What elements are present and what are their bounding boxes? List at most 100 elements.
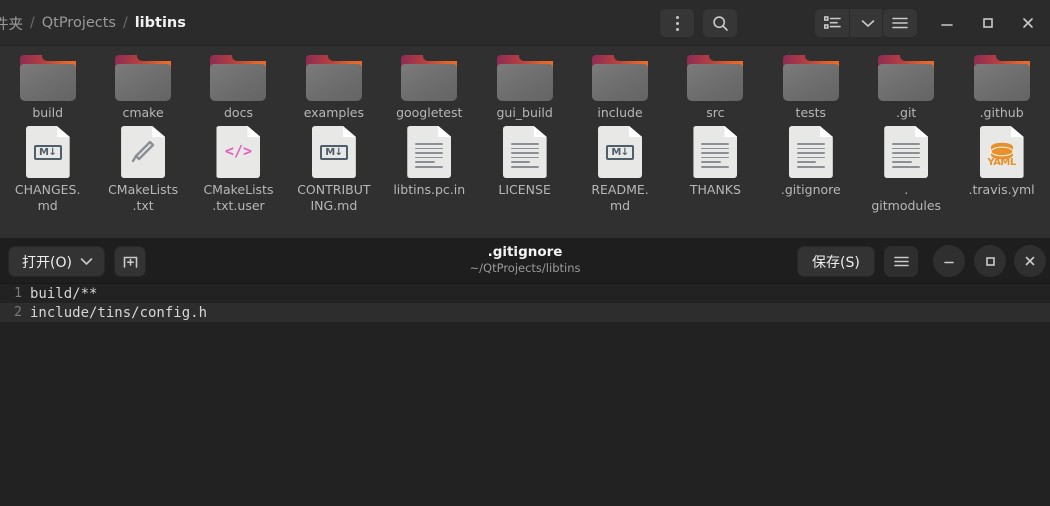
open-file-label: 打开(O)	[22, 254, 72, 271]
folder-item-include[interactable]: include	[572, 50, 667, 121]
breadcrumb-separator: /	[122, 15, 128, 31]
file-item-cmakelists-txt-user[interactable]: </> CMakeLists .txt.user	[191, 121, 286, 214]
search-icon	[712, 15, 728, 31]
close-icon	[1023, 18, 1033, 28]
markdown-badge-icon: M↓	[319, 145, 348, 160]
file-item-thanks[interactable]: THANKS	[668, 121, 763, 214]
text-file-icon	[693, 126, 738, 178]
folder-item-git[interactable]: .git	[859, 50, 954, 121]
text-file-icon	[407, 126, 452, 178]
folder-item-gui-build[interactable]: gui_build	[477, 50, 572, 121]
document-lines-icon	[892, 143, 921, 171]
hamburger-menu-icon	[893, 256, 909, 267]
file-item-gitignore[interactable]: .gitignore	[763, 121, 858, 214]
line-number: 2	[14, 305, 22, 320]
hamburger-menu-icon	[892, 17, 908, 29]
folder-item-build[interactable]: build	[0, 50, 95, 121]
list-view-icon	[823, 16, 841, 29]
breadcrumb-item-libtins[interactable]: libtins	[135, 15, 186, 31]
file-item-readme-md[interactable]: M↓ README. md	[572, 121, 667, 214]
item-label: .travis.yml	[968, 182, 1035, 197]
window-close-button[interactable]	[1013, 8, 1043, 38]
item-label: libtins.pc.in	[393, 182, 466, 197]
folder-icon	[782, 55, 839, 101]
yaml-file-icon: YAML	[979, 126, 1024, 178]
folder-icon	[305, 55, 362, 101]
item-label: googletest	[396, 105, 463, 120]
document-lines-icon	[415, 143, 444, 171]
folder-item-googletest[interactable]: googletest	[382, 50, 477, 121]
folder-item-cmake[interactable]: cmake	[95, 50, 190, 121]
item-label: THANKS	[689, 182, 741, 197]
editor-headerbar: 打开(O) .gitignore ~/QtProjects/libtins 保存…	[0, 238, 1050, 284]
window-maximize-button[interactable]	[973, 8, 1003, 38]
cmake-file-icon	[121, 126, 166, 178]
markdown-file-icon: M↓	[25, 126, 70, 178]
file-item-travis-yml[interactable]: YAML .travis.yml	[954, 121, 1049, 214]
file-item-libtins-pc-in[interactable]: libtins.pc.in	[382, 121, 477, 214]
open-file-button[interactable]: 打开(O)	[8, 246, 105, 277]
folder-icon	[115, 55, 172, 101]
cmake-hammer-icon	[131, 140, 155, 163]
view-mode-group	[814, 8, 886, 38]
editor-text-area[interactable]: 1 build/** 2 include/tins/config.h	[0, 284, 1050, 506]
xml-file-icon: </>	[216, 126, 261, 178]
breadcrumb[interactable]: 件夹 / QtProjects / libtins	[0, 0, 186, 46]
minimize-icon	[944, 261, 954, 264]
folder-item-github[interactable]: .github	[954, 50, 1049, 121]
item-label: cmake	[122, 105, 164, 120]
editor-menu-button[interactable]	[884, 246, 918, 277]
kebab-menu-button[interactable]	[659, 8, 695, 38]
list-view-button[interactable]	[815, 9, 850, 37]
search-button[interactable]	[702, 8, 738, 38]
folder-icon	[496, 55, 553, 101]
new-document-icon	[123, 256, 137, 268]
main-menu-button[interactable]	[882, 8, 918, 38]
editor-maximize-button[interactable]	[974, 245, 1006, 277]
line-text: include/tins/config.h	[30, 304, 208, 321]
line-text: build/**	[30, 285, 98, 302]
document-lines-icon	[796, 143, 825, 171]
file-item-changes-md[interactable]: M↓ CHANGES. md	[0, 121, 95, 214]
save-label: 保存(S)	[812, 254, 860, 271]
new-document-button[interactable]	[114, 246, 146, 277]
folder-item-docs[interactable]: docs	[191, 50, 286, 121]
item-label: gui_build	[496, 105, 553, 120]
document-lines-icon	[510, 143, 539, 171]
folder-item-tests[interactable]: tests	[763, 50, 858, 121]
chevron-down-icon	[80, 258, 93, 266]
maximize-icon	[983, 18, 993, 28]
editor-close-button[interactable]	[1014, 245, 1046, 277]
folder-icon	[878, 55, 935, 101]
file-item-gitmodules[interactable]: . gitmodules	[859, 121, 954, 214]
folder-item-examples[interactable]: examples	[286, 50, 381, 121]
window-minimize-button[interactable]	[932, 8, 962, 38]
item-label: docs	[223, 105, 253, 120]
item-label: . gitmodules	[871, 182, 942, 213]
item-label: LICENSE	[498, 182, 551, 197]
file-item-contribut-ing-md[interactable]: M↓ CONTRIBUT ING.md	[286, 121, 381, 214]
maximize-icon	[986, 257, 995, 266]
file-item-cmakelists-txt[interactable]: CMakeLists .txt	[95, 121, 190, 214]
file-item-license[interactable]: LICENSE	[477, 121, 572, 214]
folder-icon	[401, 55, 458, 101]
editor-minimize-button[interactable]	[933, 245, 965, 277]
code-line[interactable]: 2 include/tins/config.h	[0, 303, 1050, 322]
yaml-label-icon: YAML	[987, 157, 1016, 168]
markdown-badge-icon: M↓	[33, 145, 62, 160]
item-label: CMakeLists .txt	[108, 182, 179, 213]
save-button[interactable]: 保存(S)	[797, 246, 875, 277]
breadcrumb-item-home[interactable]: 件夹	[0, 13, 23, 34]
item-label: CHANGES. md	[14, 182, 81, 213]
code-line[interactable]: 1 build/**	[0, 284, 1050, 303]
view-options-dropdown-button[interactable]	[850, 9, 885, 37]
breadcrumb-item-qtprojects[interactable]: QtProjects	[42, 15, 116, 31]
minimize-icon	[941, 24, 953, 26]
folder-item-src[interactable]: src	[668, 50, 763, 121]
text-editor-window: 打开(O) .gitignore ~/QtProjects/libtins 保存…	[0, 238, 1050, 506]
item-label: tests	[795, 105, 827, 120]
item-label: CMakeLists .txt.user	[203, 182, 274, 213]
folder-icon	[19, 55, 76, 101]
file-icon-grid: build cmake docs examples googletest gui_buil…	[0, 46, 1050, 238]
folder-icon	[973, 55, 1030, 101]
